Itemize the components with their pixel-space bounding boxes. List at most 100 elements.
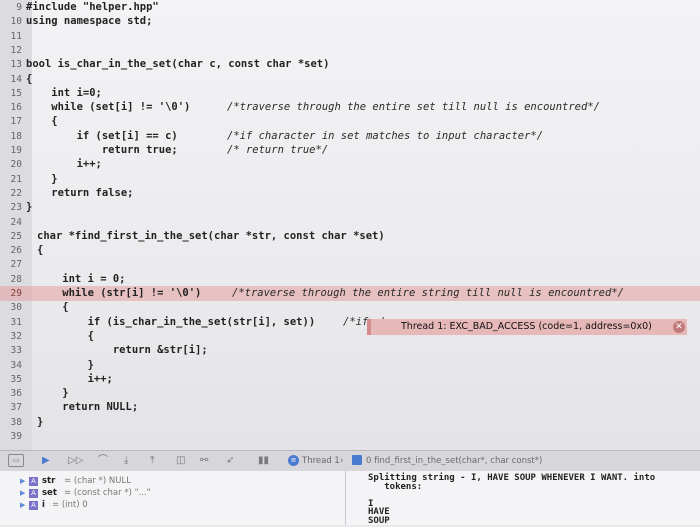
step-over-icon[interactable]: ⌒ — [98, 455, 108, 467]
code-line[interactable]: 17 { — [0, 114, 700, 129]
code-comment: /* return true*/ — [227, 144, 329, 156]
code-line[interactable]: 25 char *find_first_in_the_set(char *str,… — [0, 229, 700, 244]
error-banner[interactable]: Thread 1: EXC_BAD_ACCESS (code=1, addres… — [367, 319, 687, 335]
breadcrumb-separator-icon: › — [340, 456, 344, 466]
continue-icon[interactable]: ▷▷ — [68, 455, 83, 467]
line-number[interactable]: 30 — [0, 300, 22, 315]
code-line[interactable]: 36 } — [0, 386, 700, 401]
variable-row[interactable]: ▶ Ai = (int) 0 — [0, 499, 340, 511]
code-line[interactable]: 19 return true; /* return true*/ — [0, 143, 700, 158]
line-number[interactable]: 29 — [0, 286, 22, 301]
code-text: using namespace std; — [26, 15, 153, 28]
code-line[interactable]: 24 — [0, 215, 700, 230]
line-number[interactable]: 33 — [0, 343, 22, 358]
variable-row[interactable]: ▶ Aset = (const char *) "..." — [0, 487, 340, 499]
code-line[interactable]: 28 int i = 0; — [0, 272, 700, 287]
line-number[interactable]: 21 — [0, 172, 22, 187]
code-line[interactable]: 29 while (str[i] != '\0') /*traverse thro… — [0, 286, 700, 301]
variable-row[interactable]: ▶ Astr = (char *) NULL — [0, 475, 340, 487]
code-text: i++; — [37, 372, 113, 385]
console-view[interactable]: Splitting string - I, HAVE SOUP WHENEVER… — [345, 471, 700, 526]
code-line[interactable]: 26 { — [0, 243, 700, 258]
code-text: return true; — [26, 144, 178, 156]
code-text: } — [26, 201, 33, 214]
line-number[interactable]: 35 — [0, 372, 22, 387]
disclosure-triangle-icon[interactable]: ▶ — [20, 487, 25, 499]
variables-view[interactable]: ▶ Astr = (char *) NULL ▶ Aset = (const char *… — [0, 471, 345, 525]
line-number[interactable]: 23 — [0, 200, 22, 215]
thread-label[interactable]: Thread 1 — [302, 455, 340, 467]
line-number[interactable]: 10 — [0, 14, 22, 29]
frames-icon[interactable]: ▮▮ — [258, 455, 269, 467]
line-number[interactable]: 27 — [0, 257, 22, 272]
step-out-icon[interactable]: ⤒ — [150, 455, 154, 467]
code-line[interactable]: 15 int i=0; — [0, 86, 700, 101]
line-number[interactable]: 16 — [0, 100, 22, 115]
line-number[interactable]: 25 — [0, 229, 22, 244]
line-number[interactable]: 28 — [0, 272, 22, 287]
debug-area: ▶ Astr = (char *) NULL ▶ Aset = (const char *… — [0, 471, 700, 526]
stack-frame-label[interactable]: 0 find_first_in_the_set(char*, char cons… — [366, 455, 542, 467]
line-number[interactable]: 14 — [0, 72, 22, 87]
code-line[interactable]: 30 { — [0, 300, 700, 315]
breakpoints-toggle-icon[interactable]: ▶ — [42, 455, 50, 467]
step-into-icon[interactable]: ⤓ — [124, 455, 128, 467]
code-text: char *find_first_in_the_set(char *str, c… — [37, 229, 385, 242]
code-line[interactable]: 16 while (set[i] != '\0') /*traverse thro… — [0, 100, 700, 115]
line-number[interactable]: 39 — [0, 429, 22, 444]
line-number[interactable]: 13 — [0, 57, 22, 72]
code-line[interactable]: 23} — [0, 200, 700, 215]
code-line[interactable]: 14 { — [0, 72, 700, 87]
close-icon[interactable]: ✕ — [673, 321, 685, 333]
code-line[interactable]: 12 — [0, 43, 700, 58]
line-number[interactable]: 26 — [0, 243, 22, 258]
code-line[interactable]: 18 if (set[i] == c) /*if character in set… — [0, 129, 700, 144]
line-number[interactable]: 36 — [0, 386, 22, 401]
line-number[interactable]: 38 — [0, 415, 22, 430]
disclosure-triangle-icon[interactable]: ▶ — [20, 475, 25, 487]
line-number[interactable]: 20 — [0, 157, 22, 172]
code-line[interactable]: 11 — [0, 29, 700, 44]
line-number[interactable]: 24 — [0, 215, 22, 230]
line-number[interactable]: 18 — [0, 129, 22, 144]
code-line[interactable]: 13 bool is_char_in_the_set(char c, const … — [0, 57, 700, 72]
memory-graph-icon[interactable]: ⚯ — [200, 455, 208, 467]
line-number[interactable]: 17 — [0, 114, 22, 129]
variable-value: = (int) 0 — [52, 500, 88, 510]
disclosure-triangle-icon[interactable]: ▶ — [20, 499, 25, 511]
code-text: } — [37, 415, 44, 428]
line-number[interactable]: 15 — [0, 86, 22, 101]
code-line[interactable]: 27 — [0, 257, 700, 272]
code-line[interactable]: 20 i++; — [0, 157, 700, 172]
toggle-console-icon[interactable]: ▭ — [8, 454, 24, 467]
line-number[interactable]: 32 — [0, 329, 22, 344]
code-text: bool is_char_in_the_set(char c, const ch… — [26, 58, 330, 71]
error-marker — [367, 319, 371, 335]
code-comment: /*if character in set matches to input c… — [227, 129, 544, 142]
code-line[interactable]: 9 #include "helper.hpp" — [0, 0, 700, 15]
code-line[interactable]: 22 return false; — [0, 186, 700, 201]
code-line[interactable]: 21 } — [0, 172, 700, 187]
variable-name: set — [42, 488, 57, 498]
line-number[interactable]: 11 — [0, 29, 22, 44]
code-text: i++; — [26, 158, 102, 171]
code-line[interactable]: 38} — [0, 415, 700, 430]
view-hierarchy-icon[interactable]: ◫ — [176, 455, 185, 467]
line-number[interactable]: 12 — [0, 43, 22, 58]
line-number[interactable]: 31 — [0, 315, 22, 330]
line-number[interactable]: 37 — [0, 400, 22, 415]
line-number[interactable]: 9 — [0, 0, 22, 15]
line-number[interactable]: 34 — [0, 358, 22, 373]
code-line[interactable]: 10 using namespace std; — [0, 14, 700, 29]
line-number[interactable]: 22 — [0, 186, 22, 201]
code-line[interactable]: 39 — [0, 429, 700, 444]
code-text: } — [37, 358, 94, 371]
code-editor[interactable]: 9 #include "helper.hpp" 10 using namespace … — [0, 0, 700, 450]
location-icon[interactable]: ➶ — [226, 455, 234, 467]
code-line[interactable]: 37 return NULL; — [0, 400, 700, 415]
line-number[interactable]: 19 — [0, 143, 22, 158]
code-line[interactable]: 33 return &str[i]; — [0, 343, 700, 358]
code-line[interactable]: 35 i++; — [0, 372, 700, 387]
code-text: if (is_char_in_the_set(str[i], set)) — [37, 315, 316, 328]
code-line[interactable]: 34 } — [0, 358, 700, 373]
